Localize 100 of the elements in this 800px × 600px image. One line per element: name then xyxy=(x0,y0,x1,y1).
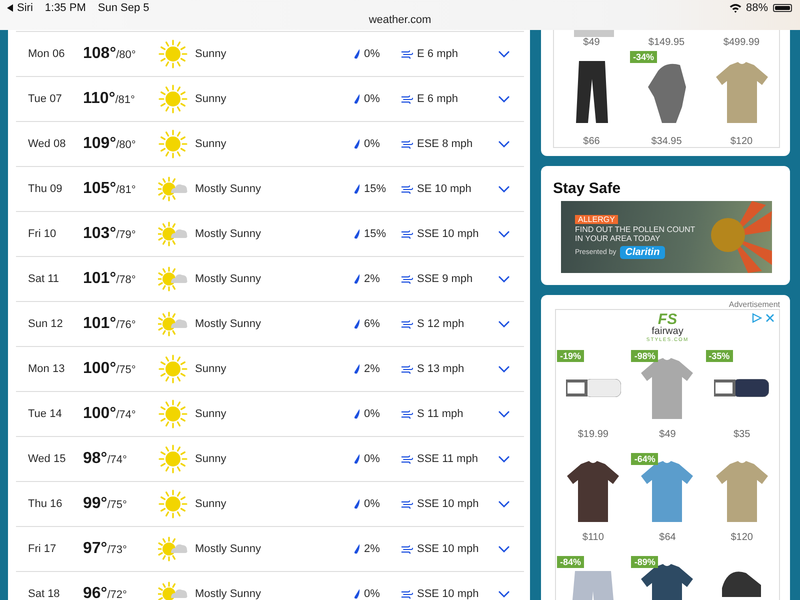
precip-value: 0% xyxy=(364,498,380,510)
condition-label: Sunny xyxy=(195,138,228,150)
ad-info-icon[interactable] xyxy=(752,313,762,323)
wind-value: ESE 8 mph xyxy=(417,138,473,150)
chevron-down-icon[interactable] xyxy=(498,95,510,103)
forecast-row[interactable]: Sun 12 101°/76° Mostly Sunny 6% S 12 mph xyxy=(16,301,524,346)
wind-icon xyxy=(401,590,413,598)
sun-cloud-icon xyxy=(158,534,188,564)
wind-value: SSE 9 mph xyxy=(417,273,473,285)
day-label: Mon 06 xyxy=(28,48,66,60)
wind-icon xyxy=(401,364,413,374)
back-triangle-icon[interactable] xyxy=(7,4,13,12)
day-label: Mon 13 xyxy=(28,363,66,375)
condition-label: Mostly Sunny xyxy=(195,318,262,330)
chevron-down-icon[interactable] xyxy=(498,500,510,508)
low-temp: /78° xyxy=(116,274,136,286)
high-temp: 109° xyxy=(83,135,116,153)
product-drawing xyxy=(641,460,694,522)
forecast-row[interactable]: Thu 16 99°/75° Sunny 0% SSE 10 mph xyxy=(16,481,524,526)
precip-value: 2% xyxy=(364,363,380,375)
logo-mark: FS xyxy=(658,312,678,327)
chevron-down-icon[interactable] xyxy=(498,545,510,553)
chevron-down-icon[interactable] xyxy=(498,410,510,418)
discount-badge: -35% xyxy=(706,350,733,362)
discount-badge: -34% xyxy=(630,51,658,63)
product-drawing xyxy=(716,460,768,522)
forecast-row[interactable]: Tue 07 110°/81° Sunny 0% E 6 mph xyxy=(16,76,524,121)
close-icon[interactable] xyxy=(765,313,775,323)
battery-percent: 88% xyxy=(746,2,768,14)
sun-cloud-icon xyxy=(158,264,188,294)
discount-badge: -98% xyxy=(631,350,658,362)
forecast-row[interactable]: Tue 14 100°/74° Sunny 0% S 11 mph xyxy=(16,391,524,436)
condition-label: Sunny xyxy=(195,498,228,510)
sun-icon xyxy=(158,489,188,519)
condition-label: Sunny xyxy=(195,408,228,420)
chevron-down-icon[interactable] xyxy=(498,185,510,193)
sun-icon xyxy=(158,444,188,474)
forecast-row[interactable]: Sat 11 101°/78° Mostly Sunny 2% SSE 9 mph xyxy=(16,256,524,301)
sun-cloud-icon xyxy=(158,579,188,600)
precip-value: 6% xyxy=(364,318,380,330)
sun-icon xyxy=(158,399,188,429)
discount-badge: -19% xyxy=(557,350,584,362)
high-temp: 97° xyxy=(83,540,108,558)
forecast-row[interactable]: Wed 15 98°/74° Sunny 0% SSE 11 mph xyxy=(16,436,524,481)
back-label[interactable]: Siri xyxy=(17,2,33,14)
chevron-down-icon[interactable] xyxy=(498,140,510,148)
high-temp: 108° xyxy=(83,45,116,63)
day-label: Tue 14 xyxy=(28,408,63,420)
high-temp: 101° xyxy=(83,315,116,333)
precip-value: 0% xyxy=(364,138,380,150)
wind-value: S 13 mph xyxy=(417,363,464,375)
sun-cloud-icon xyxy=(158,309,188,339)
sun-icon xyxy=(158,84,188,114)
raindrop-icon xyxy=(354,409,360,419)
condition-label: Mostly Sunny xyxy=(195,183,262,195)
low-temp: /75° xyxy=(116,364,136,376)
url-text[interactable]: weather.com xyxy=(368,14,432,26)
low-temp: /81° xyxy=(115,94,135,106)
wind-icon xyxy=(401,94,413,104)
chevron-down-icon[interactable] xyxy=(498,275,510,283)
raindrop-icon xyxy=(354,229,360,239)
allergy-tag: ALLERGY xyxy=(575,215,618,224)
chevron-down-icon[interactable] xyxy=(498,590,510,598)
forecast-row[interactable]: Fri 10 103°/79° Mostly Sunny 15% SSE 10 mph xyxy=(16,211,524,256)
day-label: Fri 17 xyxy=(28,543,58,555)
precip-value: 15% xyxy=(364,183,386,195)
sun-cloud-icon xyxy=(158,174,188,204)
condition-label: Mostly Sunny xyxy=(195,273,262,285)
raindrop-icon xyxy=(354,139,360,149)
precip-value: 2% xyxy=(364,543,380,555)
chevron-down-icon[interactable] xyxy=(498,455,510,463)
wind-icon xyxy=(401,544,413,554)
chevron-down-icon[interactable] xyxy=(498,50,510,58)
forecast-row[interactable]: Mon 13 100°/75° Sunny 2% S 13 mph xyxy=(16,346,524,391)
price-label: $499.99 xyxy=(723,37,760,48)
wind-icon xyxy=(401,184,413,194)
wind-icon xyxy=(401,410,413,418)
high-temp: 96° xyxy=(83,585,108,600)
banner-headline: FIND OUT THE POLLEN COUNT IN YOUR AREA TODAY xyxy=(575,226,696,244)
price-label: $49 xyxy=(659,429,676,440)
forecast-row[interactable]: Fri 17 97°/73° Mostly Sunny 2% SSE 10 mph xyxy=(16,526,524,571)
low-temp: /74° xyxy=(107,454,127,466)
date-text: Sun Sep 5 xyxy=(98,2,150,14)
forecast-row[interactable]: Thu 09 105°/81° Mostly Sunny 15% SE 10 mph xyxy=(16,166,524,211)
forecast-row[interactable]: Wed 08 109°/80° Sunny 0% ESE 8 mph xyxy=(16,121,524,166)
chevron-down-icon[interactable] xyxy=(498,230,510,238)
forecast-row[interactable]: Mon 06 108°/80° Sunny 0% E 6 mph xyxy=(16,31,524,76)
forecast-row[interactable]: Sat 18 96°/72° Mostly Sunny 0% SSE 10 mph xyxy=(16,571,524,600)
low-temp: /76° xyxy=(116,319,136,331)
day-label: Fri 10 xyxy=(28,228,58,240)
wind-icon xyxy=(401,320,413,328)
condition-label: Sunny xyxy=(195,453,228,465)
low-temp: /80° xyxy=(116,139,136,151)
condition-label: Mostly Sunny xyxy=(195,228,262,240)
chevron-down-icon[interactable] xyxy=(498,320,510,328)
high-temp: 98° xyxy=(83,450,108,468)
sun-icon xyxy=(158,354,188,384)
low-temp: /75° xyxy=(107,499,127,511)
chevron-down-icon[interactable] xyxy=(498,365,510,373)
day-label: Sat 18 xyxy=(28,588,61,600)
